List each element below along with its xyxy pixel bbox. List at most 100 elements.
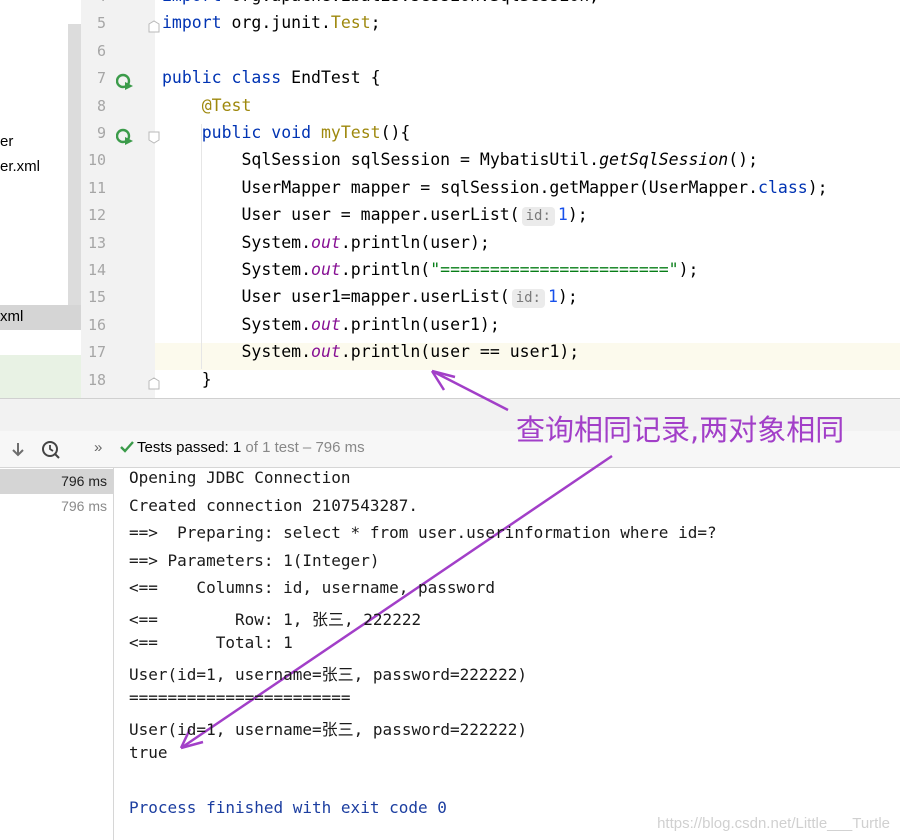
more-button[interactable]: » bbox=[94, 439, 102, 456]
project-item[interactable]: er.xml bbox=[0, 158, 40, 175]
code-token: out bbox=[311, 314, 341, 334]
line-number: 13 bbox=[87, 233, 106, 252]
code-token: ); bbox=[807, 177, 828, 197]
console-line: true bbox=[129, 743, 168, 762]
code-token: (){ bbox=[380, 123, 411, 142]
passed-count: 1 bbox=[232, 439, 242, 456]
clock-icon[interactable] bbox=[41, 440, 61, 460]
code-line[interactable]: System.out.println(user == user1); bbox=[162, 338, 579, 365]
fold-end-icon[interactable] bbox=[148, 20, 160, 33]
test-tree-row-selected[interactable]: 796 ms bbox=[0, 469, 113, 494]
code-token: ); bbox=[557, 287, 578, 307]
arrow-down-icon[interactable] bbox=[8, 440, 28, 460]
code-line[interactable]: User user = mapper.userList(id: 1); bbox=[162, 201, 588, 228]
project-item[interactable]: xml bbox=[0, 308, 23, 325]
parameter-hint: id: bbox=[511, 289, 545, 309]
code-line[interactable]: System.out.println(user); bbox=[162, 229, 489, 256]
line-number: 12 bbox=[87, 206, 106, 225]
code-token: System. bbox=[162, 342, 312, 362]
test-tree-row[interactable]: 796 ms bbox=[0, 494, 113, 519]
line-number: 15 bbox=[87, 288, 106, 307]
code-token: System. bbox=[162, 232, 312, 252]
code-line[interactable]: @Test bbox=[162, 92, 252, 119]
code-token: .println(user == user1); bbox=[340, 342, 580, 362]
console-line: ======================= bbox=[129, 688, 351, 707]
console-line: <== Total: 1 bbox=[129, 633, 293, 652]
code-line[interactable]: User user1=mapper.userList(id: 1); bbox=[162, 283, 578, 310]
line-number: 4 bbox=[81, 0, 106, 5]
code-line[interactable]: public class EndTest { bbox=[162, 64, 381, 91]
project-highlight-area bbox=[0, 355, 81, 398]
line-number: 17 bbox=[87, 343, 106, 362]
code-token: import bbox=[162, 0, 232, 5]
code-editor[interactable]: er er.xml xml 456789101112131415161718im… bbox=[0, 0, 900, 398]
line-number: 18 bbox=[87, 370, 106, 389]
fold-start-icon[interactable] bbox=[148, 131, 160, 144]
code-line[interactable]: System.out.println("====================… bbox=[162, 256, 698, 283]
console-line: Created connection 2107543287. bbox=[129, 495, 418, 515]
line-number: 5 bbox=[96, 14, 106, 33]
code-token: ); bbox=[678, 260, 699, 279]
code-token: (); bbox=[728, 150, 759, 170]
run-test-icon[interactable] bbox=[116, 73, 134, 91]
parameter-hint: id: bbox=[521, 207, 555, 227]
code-token: org.apache.ibatis.session.SqlSession; bbox=[232, 0, 600, 5]
code-token: org.junit. bbox=[231, 13, 331, 33]
code-token: out bbox=[311, 342, 341, 362]
code-line[interactable]: UserMapper mapper = sqlSession.getMapper… bbox=[162, 174, 828, 201]
check-icon bbox=[120, 441, 134, 453]
code-token: import bbox=[162, 13, 232, 33]
code-token: } bbox=[162, 369, 212, 389]
code-line[interactable]: import org.junit.Test; bbox=[162, 9, 381, 36]
test-tree: 796 ms 796 ms bbox=[0, 468, 114, 840]
watermark: https://blog.csdn.net/Little___Turtle bbox=[657, 815, 890, 832]
project-item[interactable]: er bbox=[0, 133, 13, 150]
code-token: User user = mapper.userList( bbox=[162, 205, 520, 225]
code-line[interactable]: import org.apache.ibatis.session.SqlSess… bbox=[162, 0, 599, 9]
code-token: .println( bbox=[340, 260, 431, 279]
code-token: User user1=mapper.userList( bbox=[162, 287, 510, 307]
console-line: ==> Parameters: 1(Integer) bbox=[129, 550, 380, 570]
code-token: UserMapper mapper = sqlSession.getMapper… bbox=[162, 177, 759, 197]
code-token: public class bbox=[162, 68, 292, 88]
code-line[interactable]: public void myTest(){ bbox=[162, 119, 411, 146]
line-number: 10 bbox=[87, 151, 106, 170]
console-line: Opening JDBC Connection bbox=[129, 468, 351, 487]
console-line: <== Row: 1, 张三, 222222 bbox=[129, 609, 422, 629]
tests-status: Tests passed: 1 of 1 test – 796 ms bbox=[120, 439, 365, 456]
project-panel: er er.xml xml bbox=[0, 0, 81, 398]
fold-end-icon[interactable] bbox=[148, 377, 160, 390]
project-scrollbar[interactable] bbox=[68, 24, 81, 315]
code-token: "=======================" bbox=[430, 260, 679, 279]
code-line[interactable]: System.out.println(user1); bbox=[162, 311, 499, 338]
status-prefix: Tests passed: bbox=[137, 439, 233, 456]
code-token: Test bbox=[330, 13, 371, 33]
line-number: 9 bbox=[96, 124, 106, 142]
code-token: out bbox=[311, 260, 341, 279]
code-token: 1 bbox=[547, 287, 558, 307]
code-line[interactable]: SqlSession sqlSession = MybatisUtil.getS… bbox=[162, 146, 758, 173]
code-token: EndTest { bbox=[291, 68, 381, 88]
console-line: ==> Preparing: select * from user.userin… bbox=[129, 523, 717, 542]
code-token: out bbox=[311, 232, 341, 252]
code-token: myTest bbox=[320, 123, 381, 142]
line-number: 11 bbox=[87, 178, 106, 197]
code-token: @Test bbox=[162, 95, 252, 115]
code-token: 1 bbox=[557, 205, 568, 225]
code-line[interactable]: } bbox=[162, 366, 212, 393]
code-token: System. bbox=[162, 314, 312, 334]
test-duration: 796 ms bbox=[61, 498, 107, 514]
line-number: 16 bbox=[87, 315, 106, 334]
code-token: ; bbox=[370, 13, 381, 33]
code-token: public void bbox=[162, 123, 321, 142]
code-token: class bbox=[758, 177, 808, 197]
code-token: getSqlSession bbox=[599, 150, 729, 170]
code-token: System. bbox=[162, 260, 312, 279]
run-test-icon[interactable] bbox=[116, 128, 134, 146]
line-number: 8 bbox=[96, 96, 106, 115]
code-token: SqlSession sqlSession = MybatisUtil. bbox=[162, 150, 600, 170]
line-number: 7 bbox=[96, 69, 106, 88]
status-suffix: of 1 test – 796 ms bbox=[241, 439, 365, 456]
console-line: User(id=1, username=张三, password=222222) bbox=[129, 664, 528, 684]
test-duration: 796 ms bbox=[61, 473, 107, 489]
